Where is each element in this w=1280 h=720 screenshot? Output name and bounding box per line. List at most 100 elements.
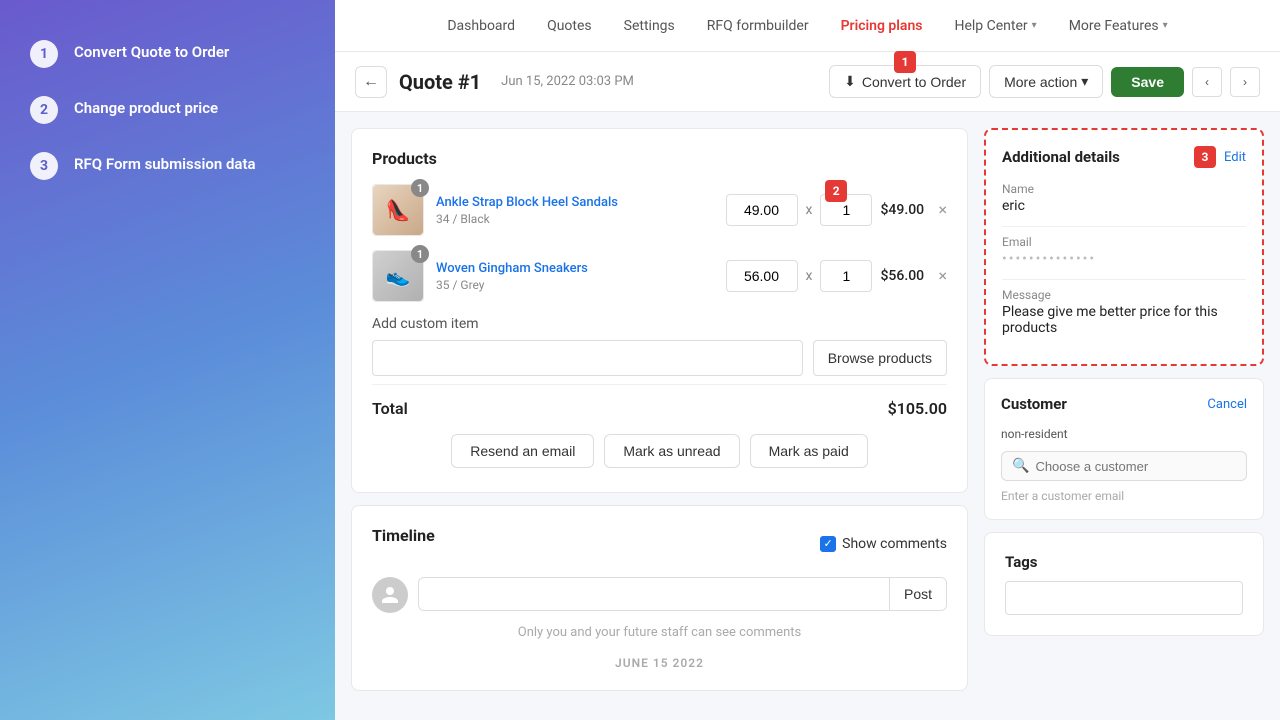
product-total-1: $49.00 [880, 202, 930, 218]
tags-title: Tags [1005, 553, 1243, 571]
step-badge-3: 3 [30, 152, 58, 180]
user-avatar [372, 577, 408, 613]
product-name-1[interactable]: Ankle Strap Block Heel Sandals [436, 195, 714, 210]
comment-input-row: Post [372, 577, 947, 613]
product-qty-input-2[interactable] [820, 260, 872, 292]
nav-dashboard[interactable]: Dashboard [447, 18, 515, 34]
tutorial-badge-1: 1 [894, 51, 916, 73]
next-quote-button[interactable]: › [1230, 67, 1260, 97]
additional-details-title: Additional details [1002, 148, 1120, 166]
product-variant-1: 34 / Black [436, 212, 714, 226]
detail-name-label: Name [1002, 182, 1246, 196]
quote-header: ← Quote #1 Jun 15, 2022 03:03 PM 1 ⬇ Con… [335, 52, 1280, 112]
nav-rfq-formbuilder[interactable]: RFQ formbuilder [707, 18, 809, 34]
customer-cancel-link[interactable]: Cancel [1207, 397, 1247, 412]
customer-card-title: Customer [1001, 395, 1067, 413]
non-resident-label: non-resident [1001, 427, 1247, 441]
total-row: Total $105.00 [372, 384, 947, 418]
custom-item-label: Add custom item [372, 316, 947, 332]
detail-message-value: Please give me better price for this pro… [1002, 304, 1246, 336]
header-actions: 1 ⬇ Convert to Order More action ▾ Save … [829, 65, 1260, 98]
product-row-1: 👠 1 Ankle Strap Block Heel Sandals 34 / … [372, 184, 947, 236]
quote-date: Jun 15, 2022 03:03 PM [501, 74, 634, 89]
products-card: Products 👠 1 Ankle Strap Block Heel Sand… [351, 128, 968, 493]
product-price-controls-2: x $56.00 × [726, 260, 948, 292]
additional-details-card: Additional details 3 Edit Name eric Emai… [984, 128, 1264, 366]
customer-card: Customer Cancel non-resident 🔍 Enter a c… [984, 378, 1264, 520]
convert-icon: ⬇ [844, 73, 856, 90]
multiply-separator-2: x [806, 268, 813, 284]
show-comments-checkbox[interactable]: ✓ [820, 536, 836, 552]
comment-input-wrap: Post [418, 577, 947, 611]
nav-more-features[interactable]: More Features ▾ [1069, 18, 1168, 34]
products-title: Products [372, 149, 947, 168]
product-info-1: Ankle Strap Block Heel Sandals 34 / Blac… [436, 195, 714, 226]
remove-product-1-button[interactable]: × [938, 202, 947, 218]
customer-card-header: Customer Cancel [1001, 395, 1247, 413]
remove-product-2-button[interactable]: × [938, 268, 947, 284]
product-name-2[interactable]: Woven Gingham Sneakers [436, 261, 714, 276]
tags-input[interactable] [1005, 581, 1243, 615]
product-price-controls-1: 2 x $49.00 × [726, 194, 948, 226]
tags-card: Tags [984, 532, 1264, 636]
main-content: Dashboard Quotes Settings RFQ formbuilde… [335, 0, 1280, 720]
divider-2 [1002, 279, 1246, 280]
show-comments-label: Show comments [842, 536, 947, 552]
customer-search-input[interactable] [1035, 459, 1236, 474]
detail-message-row: Message Please give me better price for … [1002, 288, 1246, 336]
browse-products-button[interactable]: Browse products [813, 340, 947, 376]
timeline-note: Only you and your future staff can see c… [372, 625, 947, 640]
product-variant-2: 35 / Grey [436, 278, 714, 292]
post-comment-button[interactable]: Post [889, 578, 946, 610]
product-total-2: $56.00 [880, 268, 930, 284]
total-amount: $105.00 [888, 399, 947, 418]
detail-message-label: Message [1002, 288, 1246, 302]
mark-unread-button[interactable]: Mark as unread [604, 434, 739, 468]
sidebar-item-change-price[interactable]: 2 Change product price [30, 96, 305, 124]
prev-quote-button[interactable]: ‹ [1192, 67, 1222, 97]
more-action-button[interactable]: More action ▾ [989, 65, 1103, 98]
left-column: Products 👠 1 Ankle Strap Block Heel Sand… [351, 128, 968, 704]
timeline-card: Timeline ✓ Show comments Post Only yo [351, 505, 968, 691]
resend-email-button[interactable]: Resend an email [451, 434, 594, 468]
show-comments-row: ✓ Show comments [820, 536, 947, 552]
nav-settings[interactable]: Settings [624, 18, 675, 34]
right-column: Additional details 3 Edit Name eric Emai… [984, 128, 1264, 704]
comment-input[interactable] [419, 578, 889, 610]
product-thumb-2: 👟 1 [372, 250, 424, 302]
sidebar-item-convert-quote[interactable]: 1 Convert Quote to Order [30, 40, 305, 68]
save-button[interactable]: Save [1111, 67, 1184, 97]
product-price-input-2[interactable] [726, 260, 798, 292]
nav-quotes[interactable]: Quotes [547, 18, 592, 34]
sidebar-item-label-1: Convert Quote to Order [74, 40, 229, 61]
total-label: Total [372, 399, 408, 418]
mark-paid-button[interactable]: Mark as paid [750, 434, 868, 468]
back-button[interactable]: ← [355, 66, 387, 98]
tutorial-badge-3: 3 [1194, 146, 1216, 168]
product-price-input-1[interactable] [726, 194, 798, 226]
sidebar-item-label-3: RFQ Form submission data [74, 152, 256, 173]
timeline-title: Timeline [372, 526, 435, 545]
product-badge-1: 1 [411, 179, 429, 197]
detail-email-row: Email •••••••••••••• [1002, 235, 1246, 267]
quote-title: Quote #1 [399, 70, 481, 94]
two-column-layout: Products 👠 1 Ankle Strap Block Heel Sand… [335, 112, 1280, 720]
custom-item-section: Add custom item Browse products [372, 316, 947, 376]
timeline-header: Timeline ✓ Show comments [372, 526, 947, 561]
product-info-2: Woven Gingham Sneakers 35 / Grey [436, 261, 714, 292]
additional-details-header: Additional details 3 Edit [1002, 146, 1246, 168]
product-badge-2: 1 [411, 245, 429, 263]
custom-item-input[interactable] [372, 340, 803, 376]
top-navigation: Dashboard Quotes Settings RFQ formbuilde… [335, 0, 1280, 52]
sidebar-item-rfq-form[interactable]: 3 RFQ Form submission data [30, 152, 305, 180]
custom-item-row: Browse products [372, 340, 947, 376]
action-buttons-row: Resend an email Mark as unread Mark as p… [372, 418, 947, 472]
more-features-arrow-icon: ▾ [1163, 20, 1168, 31]
detail-name-row: Name eric [1002, 182, 1246, 214]
edit-additional-details-link[interactable]: Edit [1224, 150, 1246, 165]
divider-1 [1002, 226, 1246, 227]
multiply-separator-1: x [806, 202, 813, 218]
nav-help-center[interactable]: Help Center ▾ [954, 18, 1036, 34]
customer-search-icon: 🔍 [1012, 458, 1029, 474]
nav-pricing-plans[interactable]: Pricing plans [841, 18, 923, 34]
